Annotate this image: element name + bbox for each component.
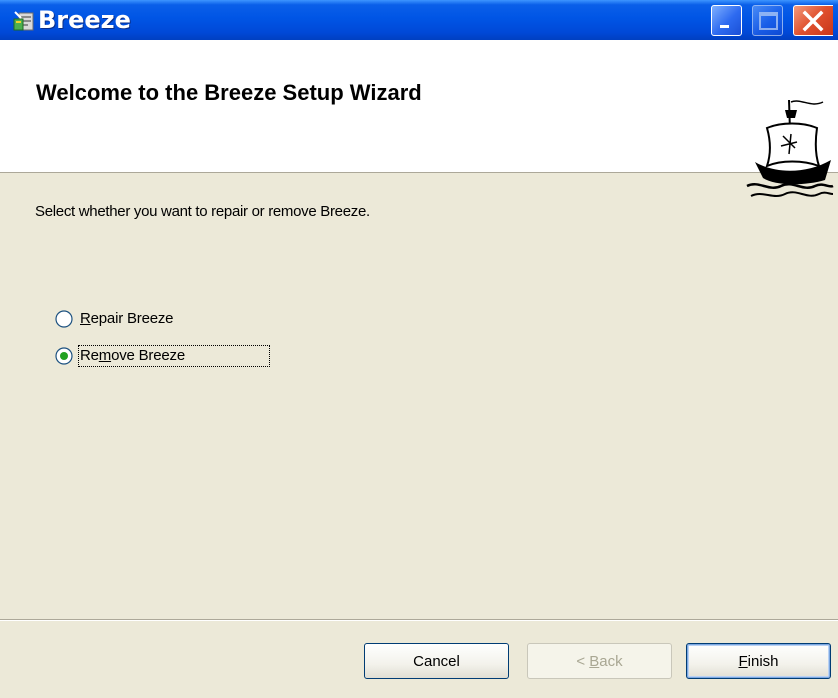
installer-icon bbox=[12, 9, 36, 33]
instruction-text: Select whether you want to repair or rem… bbox=[35, 203, 370, 220]
back-button[interactable]: < Back bbox=[527, 643, 672, 679]
remove-option-label: Remove Breeze bbox=[80, 347, 185, 364]
maximize-button[interactable] bbox=[752, 5, 783, 36]
finish-button[interactable]: Finish bbox=[686, 643, 831, 679]
minimize-icon bbox=[720, 25, 729, 28]
ship-logo bbox=[745, 96, 835, 206]
wizard-banner: Welcome to the Breeze Setup Wizard bbox=[0, 40, 838, 197]
close-icon bbox=[802, 10, 824, 32]
cancel-button[interactable]: Cancel bbox=[364, 643, 509, 679]
radio-unselected-icon[interactable] bbox=[55, 310, 73, 328]
footer-divider bbox=[0, 619, 838, 621]
radio-selected-icon[interactable] bbox=[55, 347, 73, 365]
minimize-button[interactable] bbox=[711, 5, 742, 36]
repair-option-label: Repair Breeze bbox=[80, 310, 174, 327]
close-button[interactable] bbox=[793, 5, 833, 36]
window-title: Breeze bbox=[38, 6, 131, 34]
maximize-icon bbox=[759, 12, 778, 30]
setup-wizard-window: Breeze Welcome to the Breeze Setup Wizar… bbox=[0, 0, 838, 698]
title-bar[interactable]: Breeze bbox=[0, 0, 838, 40]
page-title: Welcome to the Breeze Setup Wizard bbox=[36, 80, 422, 105]
